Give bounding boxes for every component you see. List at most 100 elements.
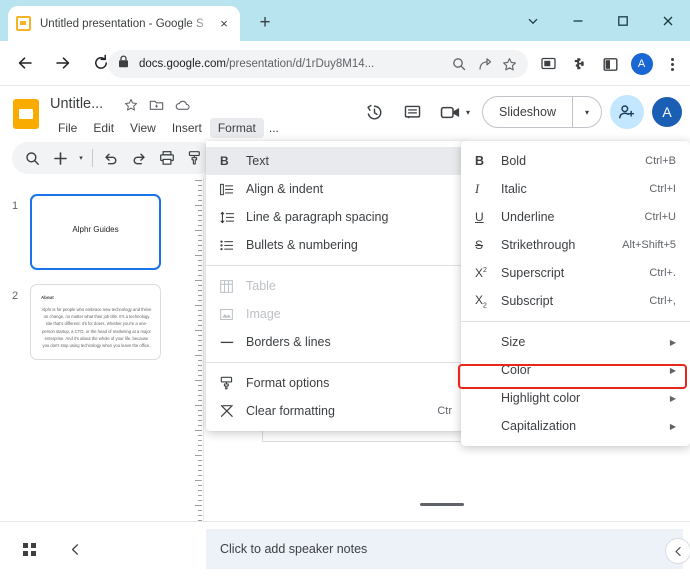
share-button[interactable] <box>610 95 644 129</box>
ruler-tick <box>198 315 202 316</box>
item-label: Table <box>246 279 276 293</box>
redo-icon[interactable] <box>125 144 153 172</box>
item-label: Subscript <box>501 294 554 308</box>
meet-camera-icon[interactable] <box>432 94 468 130</box>
grid-view-icon[interactable] <box>12 533 46 567</box>
submenu-item-italic[interactable]: I Italic Ctrl+I <box>461 175 690 203</box>
menu-edit[interactable]: Edit <box>85 118 122 138</box>
item-shortcut: Ctrl+. <box>649 267 676 279</box>
ruler-tick <box>198 275 202 276</box>
item-label: Underline <box>501 210 555 224</box>
format-menu-item-format-options[interactable]: Format options <box>206 369 466 397</box>
close-icon[interactable] <box>645 0 690 41</box>
format-menu[interactable]: B Text Align & indent Line & paragraph s… <box>206 141 466 431</box>
google-slides-logo[interactable] <box>13 99 39 129</box>
ruler-tick <box>198 325 202 326</box>
ruler-tick <box>198 440 202 441</box>
submenu-item-capitalization[interactable]: Capitalization ▶ <box>461 412 690 440</box>
maximize-icon[interactable] <box>600 0 645 41</box>
format-menu-item-line-spacing[interactable]: Line & paragraph spacing <box>206 203 466 231</box>
version-history-icon[interactable] <box>356 94 392 130</box>
undo-icon[interactable] <box>97 144 125 172</box>
speaker-notes-field[interactable]: Click to add speaker notes <box>206 529 683 569</box>
ruler-tick <box>198 370 202 371</box>
menu-overflow-button[interactable]: ... <box>264 118 284 138</box>
menu-view[interactable]: View <box>122 118 164 138</box>
address-bar[interactable]: docs.google.com/presentation/d/1rDuy8M14… <box>108 50 528 78</box>
filmstrip-slide-1[interactable]: 1 Alphr Guides <box>0 194 188 270</box>
slide-thumbnail[interactable]: Alphr Guides <box>30 194 161 270</box>
chevron-down-icon[interactable] <box>510 0 555 41</box>
format-menu-item-align-indent[interactable]: Align & indent <box>206 175 466 203</box>
star-icon[interactable] <box>124 98 138 117</box>
format-menu-item-text[interactable]: B Text <box>206 147 466 175</box>
ruler-tick <box>198 485 202 486</box>
chevron-right-icon: ▶ <box>669 421 676 431</box>
ruler-tick <box>198 395 202 396</box>
meet-caret-icon[interactable]: ▾ <box>466 108 470 117</box>
submenu-item-highlight-color[interactable]: Highlight color ▶ <box>461 384 690 412</box>
extension-icons: A <box>533 50 688 78</box>
slideshow-caret-icon[interactable]: ▾ <box>572 97 601 127</box>
collapse-panel-button[interactable] <box>665 538 690 564</box>
comment-icon[interactable] <box>394 94 430 130</box>
format-options-icon <box>220 376 246 390</box>
submenu-item-color[interactable]: Color ▶ <box>461 356 690 384</box>
move-to-folder-icon[interactable] <box>149 98 164 117</box>
new-tab-button[interactable]: + <box>253 11 277 35</box>
browser-tab[interactable]: Untitled presentation - Google S × <box>8 6 240 41</box>
puzzle-extensions-icon[interactable] <box>564 50 595 78</box>
format-menu-item-clear-formatting[interactable]: Clear formatting Ctr <box>206 397 466 425</box>
print-icon[interactable] <box>153 144 181 172</box>
slide-filmstrip[interactable]: 1 Alphr Guides 2 About Alphr is for peop… <box>0 178 188 521</box>
submenu-item-size[interactable]: Size ▶ <box>461 328 690 356</box>
subscript-icon: X2 <box>475 292 487 310</box>
filmstrip-slide-2[interactable]: 2 About Alphr is for people who embrace … <box>0 284 188 360</box>
account-avatar[interactable]: A <box>652 97 682 127</box>
ruler-tick <box>198 420 202 421</box>
screencast-icon[interactable] <box>533 50 564 78</box>
browser-profile-avatar[interactable]: A <box>626 50 657 78</box>
notes-resize-handle[interactable] <box>420 503 464 506</box>
ruler-tick <box>195 505 202 506</box>
ruler-tick <box>198 340 202 341</box>
slideshow-button[interactable]: Slideshow ▾ <box>482 96 602 128</box>
url-host: docs.google.com <box>139 58 226 70</box>
kebab-menu-icon[interactable] <box>657 50 688 78</box>
share-icon[interactable] <box>475 55 493 73</box>
ruler-tick <box>198 225 202 226</box>
item-label: Size <box>501 335 526 349</box>
bookmark-star-icon[interactable] <box>500 55 518 73</box>
document-title[interactable]: Untitle... <box>50 96 103 112</box>
paint-format-icon[interactable] <box>181 144 209 172</box>
search-icon[interactable] <box>18 144 46 172</box>
format-menu-item-borders-lines[interactable]: Borders & lines <box>206 328 466 356</box>
ruler-tick <box>198 195 202 196</box>
menu-format[interactable]: Format <box>209 118 264 138</box>
menu-insert[interactable]: Insert <box>164 118 210 138</box>
slide-heading-text: About <box>41 295 54 300</box>
new-slide-caret-icon[interactable]: ▾ <box>74 154 88 162</box>
search-icon[interactable] <box>450 55 468 73</box>
submenu-item-subscript[interactable]: X2 Subscript Ctrl+, <box>461 287 690 315</box>
forward-icon[interactable] <box>46 46 80 80</box>
minimize-icon[interactable] <box>555 0 600 41</box>
underline-icon: U <box>475 210 484 224</box>
format-menu-item-bullets-numbering[interactable]: Bullets & numbering <box>206 231 466 259</box>
back-icon[interactable] <box>8 46 42 80</box>
new-slide-icon[interactable] <box>46 144 74 172</box>
toolbar-separator <box>92 149 93 167</box>
submenu-item-underline[interactable]: U Underline Ctrl+U <box>461 203 690 231</box>
item-label: Italic <box>501 182 527 196</box>
slide-thumbnail[interactable]: About Alphr is for people who embrace ne… <box>30 284 161 360</box>
text-submenu[interactable]: B Bold Ctrl+B I Italic Ctrl+I U Underlin… <box>461 141 690 446</box>
close-tab-icon[interactable]: × <box>216 16 232 32</box>
side-panel-icon[interactable] <box>595 50 626 78</box>
collapse-filmstrip-icon[interactable] <box>58 533 92 567</box>
submenu-item-strikethrough[interactable]: S Strikethrough Alt+Shift+5 <box>461 231 690 259</box>
menu-file[interactable]: File <box>50 118 85 138</box>
cloud-saved-icon[interactable] <box>175 99 191 117</box>
browser-window: Untitled presentation - Google S × + doc… <box>0 0 690 577</box>
submenu-item-superscript[interactable]: X2 Superscript Ctrl+. <box>461 259 690 287</box>
submenu-item-bold[interactable]: B Bold Ctrl+B <box>461 147 690 175</box>
